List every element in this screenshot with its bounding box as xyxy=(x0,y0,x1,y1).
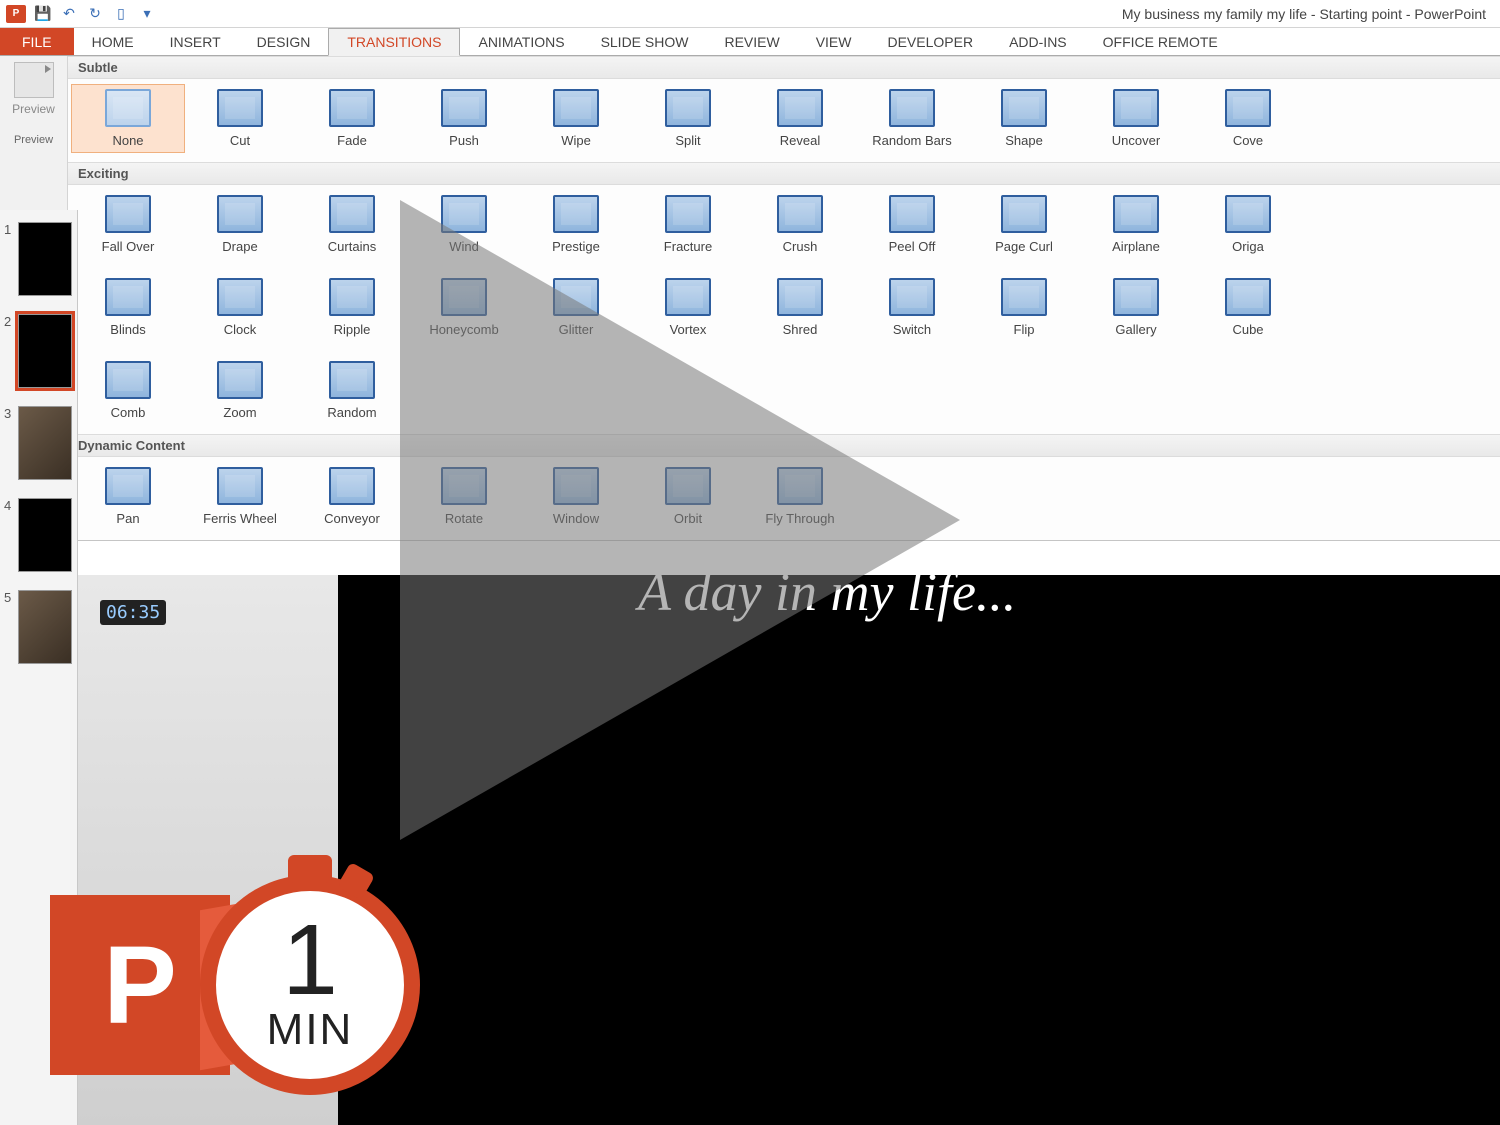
transition-clock[interactable]: Clock xyxy=(184,274,296,341)
transition-uncover[interactable]: Uncover xyxy=(1080,85,1192,152)
qat-more-icon[interactable]: ▾ xyxy=(138,5,156,23)
slide-image-4 xyxy=(18,498,72,572)
transition-pan[interactable]: Pan xyxy=(72,463,184,530)
transition-window[interactable]: Window xyxy=(520,463,632,530)
transition-zoom[interactable]: Zoom xyxy=(184,357,296,424)
slide-image-5 xyxy=(18,590,72,664)
tab-view[interactable]: VIEW xyxy=(798,28,870,55)
transition-push[interactable]: Push xyxy=(408,85,520,152)
transition-glitter[interactable]: Glitter xyxy=(520,274,632,341)
undo-icon[interactable]: ↶ xyxy=(60,5,78,23)
tab-office-remote[interactable]: OFFICE REMOTE xyxy=(1085,28,1236,55)
transition-orbit[interactable]: Orbit xyxy=(632,463,744,530)
transition-random[interactable]: Random xyxy=(296,357,408,424)
slide-image-2 xyxy=(18,314,72,388)
transition-flip[interactable]: Flip xyxy=(968,274,1080,341)
dynamic-row: Pan Ferris Wheel Conveyor Rotate Window … xyxy=(68,457,1500,540)
tab-transitions[interactable]: TRANSITIONS xyxy=(328,28,460,56)
transition-peel-off[interactable]: Peel Off xyxy=(856,191,968,258)
slide-thumb-1[interactable]: 1 xyxy=(18,222,73,296)
tab-design[interactable]: DESIGN xyxy=(239,28,329,55)
transition-cut[interactable]: Cut xyxy=(184,85,296,152)
exciting-row3: Comb Zoom Random xyxy=(68,351,1500,434)
redo-icon[interactable]: ↻ xyxy=(86,5,104,23)
transition-shape[interactable]: Shape xyxy=(968,85,1080,152)
slide-thumb-3[interactable]: 3 xyxy=(18,406,73,480)
transition-curtains[interactable]: Curtains xyxy=(296,191,408,258)
transition-honeycomb[interactable]: Honeycomb xyxy=(408,274,520,341)
slide-canvas[interactable]: A day in my life... xyxy=(338,575,1500,1125)
powerpoint-icon: P xyxy=(6,5,26,23)
transition-prestige[interactable]: Prestige xyxy=(520,191,632,258)
slide-thumb-4[interactable]: 4 xyxy=(18,498,73,572)
save-icon[interactable]: 💾 xyxy=(34,5,52,23)
category-dynamic: Dynamic Content xyxy=(68,434,1500,457)
tab-review[interactable]: REVIEW xyxy=(706,28,797,55)
transition-conveyor[interactable]: Conveyor xyxy=(296,463,408,530)
category-exciting: Exciting xyxy=(68,162,1500,185)
preview-icon[interactable] xyxy=(14,62,54,98)
title-bar: P 💾 ↶ ↻ ▯ ▾ My business my family my lif… xyxy=(0,0,1500,28)
transition-drape[interactable]: Drape xyxy=(184,191,296,258)
transition-fall-over[interactable]: Fall Over xyxy=(72,191,184,258)
slide-title-text: A day in my life... xyxy=(638,561,1016,623)
transition-ripple[interactable]: Ripple xyxy=(296,274,408,341)
slide-image-1 xyxy=(18,222,72,296)
transition-crush[interactable]: Crush xyxy=(744,191,856,258)
transition-fly-through[interactable]: Fly Through xyxy=(744,463,856,530)
tab-animations[interactable]: ANIMATIONS xyxy=(460,28,582,55)
subtle-row: None Cut Fade Push Wipe Split Reveal Ran… xyxy=(68,79,1500,162)
transition-random-bars[interactable]: Random Bars xyxy=(856,85,968,152)
tab-developer[interactable]: DEVELOPER xyxy=(869,28,991,55)
transition-cover[interactable]: Cove xyxy=(1192,85,1304,152)
phone-clock: 06:35 xyxy=(100,600,166,625)
transition-fracture[interactable]: Fracture xyxy=(632,191,744,258)
tab-insert[interactable]: INSERT xyxy=(152,28,239,55)
transition-cube[interactable]: Cube xyxy=(1192,274,1304,341)
slide-image-3 xyxy=(18,406,72,480)
quick-access-toolbar: P 💾 ↶ ↻ ▯ ▾ xyxy=(6,5,156,23)
tutorial-badge: P 1 MIN xyxy=(50,875,420,1095)
transition-blinds[interactable]: Blinds xyxy=(72,274,184,341)
tab-home[interactable]: HOME xyxy=(74,28,152,55)
tab-file[interactable]: FILE xyxy=(0,28,74,55)
transition-rotate[interactable]: Rotate xyxy=(408,463,520,530)
tab-slideshow[interactable]: SLIDE SHOW xyxy=(583,28,707,55)
transition-shred[interactable]: Shred xyxy=(744,274,856,341)
transition-comb[interactable]: Comb xyxy=(72,357,184,424)
ribbon-body: Preview Preview Subtle None Cut Fade Pus… xyxy=(0,56,1500,541)
exciting-row2: Blinds Clock Ripple Honeycomb Glitter Vo… xyxy=(68,268,1500,351)
stopwatch-icon: 1 MIN xyxy=(200,875,420,1095)
transition-switch[interactable]: Switch xyxy=(856,274,968,341)
transition-gallery[interactable]: Gallery xyxy=(1080,274,1192,341)
slide-thumb-2[interactable]: 2 xyxy=(18,314,73,388)
tab-addins[interactable]: ADD-INS xyxy=(991,28,1085,55)
transition-origami[interactable]: Origa xyxy=(1192,191,1304,258)
preview-group-name: Preview xyxy=(4,134,63,146)
transition-fade[interactable]: Fade xyxy=(296,85,408,152)
category-subtle: Subtle xyxy=(68,56,1500,79)
transition-reveal[interactable]: Reveal xyxy=(744,85,856,152)
exciting-row1: Fall Over Drape Curtains Wind Prestige F… xyxy=(68,185,1500,268)
transition-ferris-wheel[interactable]: Ferris Wheel xyxy=(184,463,296,530)
transition-page-curl[interactable]: Page Curl xyxy=(968,191,1080,258)
slide-thumb-5[interactable]: 5 xyxy=(18,590,73,664)
transition-airplane[interactable]: Airplane xyxy=(1080,191,1192,258)
transition-wipe[interactable]: Wipe xyxy=(520,85,632,152)
transition-split[interactable]: Split xyxy=(632,85,744,152)
transition-none[interactable]: None xyxy=(72,85,184,152)
transition-wind[interactable]: Wind xyxy=(408,191,520,258)
window-title: My business my family my life - Starting… xyxy=(156,6,1494,22)
preview-label: Preview xyxy=(4,102,63,116)
slideshow-icon[interactable]: ▯ xyxy=(112,5,130,23)
transitions-gallery: Subtle None Cut Fade Push Wipe Split Rev… xyxy=(68,56,1500,540)
transition-vortex[interactable]: Vortex xyxy=(632,274,744,341)
ribbon-tabs: FILE HOME INSERT DESIGN TRANSITIONS ANIM… xyxy=(0,28,1500,56)
